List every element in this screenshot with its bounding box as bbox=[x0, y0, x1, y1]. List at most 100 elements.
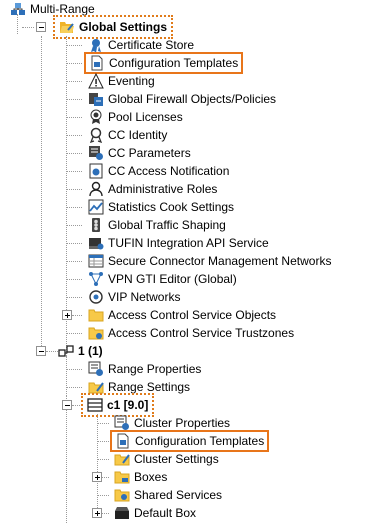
tree-node-cc-parameters[interactable]: CC Parameters bbox=[88, 144, 191, 162]
tree-node-administrative-roles[interactable]: Administrative Roles bbox=[88, 180, 217, 198]
tree-node-statistics-cook-settings[interactable]: Statistics Cook Settings bbox=[88, 198, 234, 216]
tree-node-label: Cluster Settings bbox=[134, 452, 219, 466]
tree-line bbox=[66, 387, 82, 388]
tree-node-pool-licenses[interactable]: Pool Licenses bbox=[88, 108, 183, 126]
user-icon bbox=[88, 181, 104, 197]
tree-line bbox=[66, 333, 82, 334]
tree-node-label: Global Firewall Objects/Policies bbox=[108, 92, 277, 106]
tree-node-label: Eventing bbox=[108, 74, 155, 88]
statistics-icon bbox=[88, 199, 104, 215]
tree-node-label: Certificate Store bbox=[108, 38, 195, 52]
collapse-global-settings-toggle[interactable] bbox=[36, 22, 46, 32]
boxes-folder-icon bbox=[114, 469, 130, 485]
expand-default-box-toggle[interactable] bbox=[92, 508, 102, 518]
tree-node-cluster-properties[interactable]: Cluster Properties bbox=[114, 414, 230, 432]
tree-node-label: Range Settings bbox=[108, 380, 191, 394]
tree-line bbox=[97, 414, 98, 514]
tree-node-label: Boxes bbox=[134, 470, 168, 484]
tree-node-global-traffic-shaping[interactable]: Global Traffic Shaping bbox=[88, 216, 226, 234]
document-icon bbox=[89, 55, 105, 71]
tree-node-global-settings[interactable]: Global Settings bbox=[52, 15, 174, 39]
tree-node-default-box[interactable]: Default Box bbox=[114, 504, 196, 522]
tree-line bbox=[66, 225, 82, 226]
tree-line bbox=[66, 279, 82, 280]
tree-node-configuration-templates-global[interactable]: Configuration Templates bbox=[86, 54, 241, 72]
properties-icon bbox=[114, 415, 130, 431]
tree-line bbox=[66, 207, 82, 208]
tree-node-eventing[interactable]: Eventing bbox=[88, 72, 155, 90]
tree-node-label: Administrative Roles bbox=[108, 182, 218, 196]
shared-services-icon bbox=[114, 487, 130, 503]
tree-node-range-settings[interactable]: Range Settings bbox=[88, 378, 190, 396]
tree-node-label: 1 (1) bbox=[78, 344, 103, 358]
tree-node-label: Multi-Range bbox=[30, 2, 95, 16]
license-seal-icon bbox=[88, 109, 104, 125]
tree-node-label: Default Box bbox=[134, 506, 197, 520]
tree-node-label: Shared Services bbox=[134, 488, 223, 502]
tree-line bbox=[66, 297, 82, 298]
tree-node-label: Global Traffic Shaping bbox=[108, 218, 226, 232]
collapse-cluster-toggle[interactable] bbox=[62, 400, 72, 410]
tree-line bbox=[22, 27, 34, 28]
tree-node-boxes[interactable]: Boxes bbox=[114, 468, 167, 486]
certificate-icon bbox=[88, 37, 104, 53]
tree-node-shared-services[interactable]: Shared Services bbox=[114, 486, 222, 504]
access-notification-icon bbox=[88, 163, 104, 179]
tree-node-secure-connector-management-networks[interactable]: Secure Connector Management Networks bbox=[88, 252, 331, 270]
tree-node-tufin-integration-api-service[interactable]: TUFIN Integration API Service bbox=[88, 234, 269, 252]
tree-node-configuration-templates-cluster[interactable]: Configuration Templates bbox=[112, 432, 267, 450]
tree-node-access-control-service-objects[interactable]: Access Control Service Objects bbox=[88, 306, 276, 324]
tree-line bbox=[102, 477, 109, 478]
open-folder-icon bbox=[59, 19, 75, 35]
tree-node-label: Range Properties bbox=[108, 362, 202, 376]
tree-node-multi-range[interactable]: Multi-Range bbox=[10, 0, 95, 18]
tree-node-global-firewall-objects[interactable]: Global Firewall Objects/Policies bbox=[88, 90, 276, 108]
default-box-icon bbox=[114, 505, 130, 521]
expand-boxes-toggle[interactable] bbox=[92, 472, 102, 482]
tree-node-cc-access-notification[interactable]: CC Access Notification bbox=[88, 162, 229, 180]
tree-line bbox=[66, 117, 82, 118]
tree-line bbox=[102, 513, 109, 514]
tree-line bbox=[66, 396, 67, 523]
tree-line bbox=[66, 36, 67, 356]
tree-line bbox=[66, 243, 82, 244]
warning-icon bbox=[88, 73, 104, 89]
tree-line bbox=[66, 81, 82, 82]
vpn-gti-icon bbox=[88, 271, 104, 287]
tree-line bbox=[66, 99, 82, 100]
tree-node-label: TUFIN Integration API Service bbox=[108, 236, 269, 250]
settings-folder-icon bbox=[114, 451, 130, 467]
collapse-range-toggle[interactable] bbox=[36, 346, 46, 356]
tree-line bbox=[66, 45, 82, 46]
navigation-tree: Multi-Range Global Settings Certificate … bbox=[0, 0, 375, 523]
tree-node-range-properties[interactable]: Range Properties bbox=[88, 360, 201, 378]
tree-line bbox=[97, 459, 109, 460]
tree-node-vpn-gti-editor[interactable]: VPN GTI Editor (Global) bbox=[88, 270, 237, 288]
range-icon bbox=[58, 343, 74, 359]
tree-node-range-1[interactable]: 1 (1) bbox=[58, 342, 103, 360]
tree-line bbox=[66, 171, 82, 172]
tree-node-vip-networks[interactable]: VIP Networks bbox=[88, 288, 180, 306]
tree-node-cluster-settings[interactable]: Cluster Settings bbox=[114, 450, 219, 468]
tree-node-label: c1 [9.0] bbox=[107, 398, 149, 412]
tree-node-cc-identity[interactable]: CC Identity bbox=[88, 126, 167, 144]
firewall-objects-icon bbox=[88, 91, 104, 107]
tree-line bbox=[97, 441, 109, 442]
tree-line bbox=[72, 315, 82, 316]
folder-trustzones-icon bbox=[88, 325, 104, 341]
tree-node-cluster-c1[interactable]: c1 [9.0] bbox=[80, 393, 155, 417]
tree-line bbox=[46, 351, 58, 352]
tree-line bbox=[72, 405, 82, 406]
vip-networks-icon bbox=[88, 289, 104, 305]
tree-node-certificate-store[interactable]: Certificate Store bbox=[88, 36, 194, 54]
tree-node-label: CC Identity bbox=[108, 128, 168, 142]
tree-line bbox=[66, 189, 82, 190]
api-service-icon bbox=[88, 235, 104, 251]
cluster-icon bbox=[87, 397, 103, 413]
tree-node-label: Access Control Service Trustzones bbox=[108, 326, 295, 340]
tree-node-access-control-service-trustzones[interactable]: Access Control Service Trustzones bbox=[88, 324, 294, 342]
expand-access-control-service-objects-toggle[interactable] bbox=[62, 310, 72, 320]
document-icon bbox=[115, 433, 131, 449]
tree-line bbox=[97, 495, 109, 496]
tree-line bbox=[66, 261, 82, 262]
